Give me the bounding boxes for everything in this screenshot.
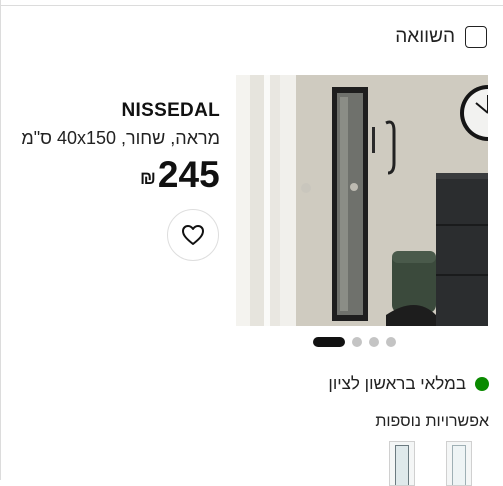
product-image[interactable] — [236, 75, 488, 326]
variant-thumbnail[interactable] — [446, 441, 472, 486]
heart-icon — [182, 225, 204, 245]
product-name[interactable]: NISSEDAL — [0, 100, 220, 122]
carousel-dot[interactable] — [352, 337, 362, 347]
product-info[interactable]: NISSEDAL מראה, שחור, 40x150 ס"מ — [0, 100, 220, 149]
left-divider — [0, 0, 1, 480]
compare-control[interactable]: השוואה — [395, 24, 487, 50]
stock-label: במלאי בראשון לציון — [328, 374, 466, 393]
more-options-heading: אפשרויות נוספות — [375, 413, 489, 430]
product-description: מראה, שחור, 40x150 ס"מ — [21, 128, 220, 148]
currency-symbol: ₪ — [140, 168, 156, 188]
variant-thumbnail[interactable] — [389, 441, 415, 486]
carousel-dot[interactable] — [386, 337, 396, 347]
in-stock-indicator — [475, 377, 489, 391]
carousel-dot-active[interactable] — [313, 337, 345, 347]
top-divider — [0, 0, 503, 6]
carousel-dot[interactable] — [369, 337, 379, 347]
carousel-indicators — [313, 337, 396, 347]
compare-checkbox[interactable] — [465, 26, 487, 48]
favorite-button[interactable] — [167, 209, 219, 261]
product-price: ₪245 — [140, 154, 220, 196]
compare-label: השוואה — [395, 26, 455, 47]
price-value: 245 — [157, 154, 220, 195]
stock-status: במלאי בראשון לציון — [328, 374, 489, 394]
